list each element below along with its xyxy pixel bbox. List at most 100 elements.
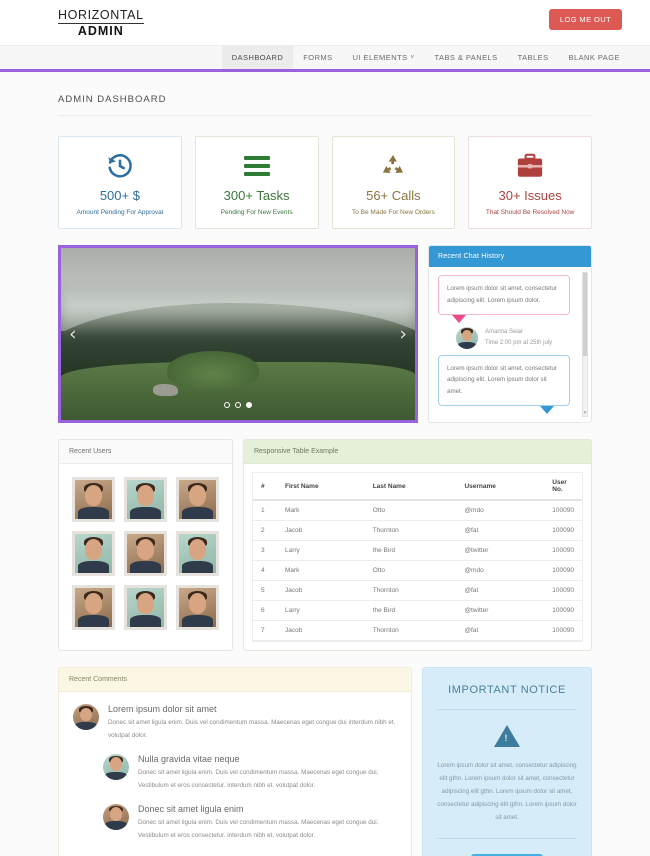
cell-username: @fat <box>456 520 545 541</box>
user-avatar-1[interactable] <box>72 477 115 522</box>
cell-last-name: Otto <box>364 560 457 581</box>
carousel-dot-1[interactable] <box>224 402 230 408</box>
recent-users-panel: Recent Users <box>58 439 233 651</box>
image-carousel[interactable]: ‹ › <box>58 245 418 423</box>
table-row[interactable]: 4 Mark Otto @mdo 100090 <box>253 560 582 581</box>
cell-user-no: 100090 <box>544 560 582 581</box>
comment-text: Donec sit amet ligula enim. Duis vel con… <box>138 768 379 789</box>
column-first-name: First Name <box>276 473 365 501</box>
carousel-indicators <box>224 402 252 408</box>
cell-last-name: Thornton <box>364 520 457 541</box>
comment-item: Lorem ipsum dolor sit amet Donec sit ame… <box>73 704 397 743</box>
table-row[interactable]: 2 Jacob Thornton @fat 100090 <box>253 520 582 541</box>
column-username: Username <box>456 473 545 501</box>
nav-label: TABLES <box>517 53 549 62</box>
cell-user-no: 100090 <box>544 520 582 541</box>
stat-card-calls[interactable]: 56+ Calls To Be Made For New Orders <box>331 136 456 229</box>
recent-users-grid <box>59 464 232 646</box>
avatar <box>73 704 99 730</box>
notice-title: IMPORTANT NOTICE <box>437 684 577 710</box>
stat-cards-row: 500+ $ Amount Pending For Approval 300+ … <box>58 136 592 229</box>
recycle-icon <box>379 151 407 181</box>
cell-last-name: the Bird <box>364 540 457 561</box>
stat-value: 30+ Issues <box>498 188 562 203</box>
warning-triangle-icon <box>494 725 520 747</box>
comments-list: Lorem ipsum dolor sit amet Donec sit ame… <box>59 692 411 856</box>
carousel-chat-row: ‹ › Recent Chat History Lorem ipsum dolo… <box>58 245 592 423</box>
cell-last-name: the Bird <box>364 600 457 621</box>
carousel-dot-3[interactable] <box>246 402 252 408</box>
nav-item-blank-page[interactable]: BLANK PAGE <box>559 46 630 69</box>
scrollbar-thumb[interactable] <box>583 273 587 356</box>
chat-history-panel: Recent Chat History Lorem ipsum dolor si… <box>428 245 592 423</box>
stat-card-issues[interactable]: 30+ Issues That Should Be Resolved Now <box>468 136 592 229</box>
chat-bubble-tail-incoming <box>452 314 466 323</box>
cell-index: 5 <box>253 580 277 601</box>
chat-author-name: Amanna Seiar <box>485 328 524 335</box>
stat-value: 500+ $ <box>99 188 140 203</box>
main-navigation: DASHBOARD FORMS UI ELEMENTS ˅ TABS & PAN… <box>0 45 650 72</box>
cell-index: 6 <box>253 600 277 621</box>
table-row[interactable]: 6 Larry the Bird @twitter 100090 <box>253 600 582 621</box>
avatar <box>456 326 478 349</box>
cell-index: 4 <box>253 560 277 581</box>
logout-button[interactable]: LOG ME OUT <box>548 9 622 30</box>
stat-label: That Should Be Resolved Now <box>485 209 575 216</box>
nav-item-tables[interactable]: TABLES <box>508 46 559 69</box>
user-avatar-6[interactable] <box>176 531 219 576</box>
user-avatar-8[interactable] <box>124 585 167 630</box>
table-row[interactable]: 1 Mark Otto @mdo 100090 <box>253 500 582 521</box>
responsive-table-panel: Responsive Table Example # First Name La… <box>243 439 592 651</box>
nav-item-ui-elements[interactable]: UI ELEMENTS ˅ <box>343 46 425 69</box>
chat-messages: Lorem ipsum dolor sit amet, consectetur … <box>429 267 591 422</box>
nav-item-tabs-panels[interactable]: TABS & PANELS <box>425 46 508 69</box>
stat-value: 56+ Calls <box>366 188 421 203</box>
carousel-rock <box>153 383 178 396</box>
table-row[interactable]: 5 Jacob Thornton @fat 100090 <box>253 580 582 601</box>
brand-logo[interactable]: HORIZONTAL ADMIN <box>58 7 144 38</box>
table-row[interactable]: 3 Larry the Bird @twitter 100090 <box>253 540 582 561</box>
column-index: # <box>253 473 277 501</box>
nav-item-dashboard[interactable]: DASHBOARD <box>221 46 294 69</box>
chat-author: Amanna Seiar Time 2:00 pm at 25th july <box>456 326 582 349</box>
cell-last-name: Otto <box>364 500 457 521</box>
carousel-dot-2[interactable] <box>235 402 241 408</box>
page-title: ADMIN DASHBOARD <box>58 72 592 116</box>
chat-bubble-tail-outgoing <box>540 405 554 414</box>
cell-first-name: Larry <box>276 540 365 561</box>
stat-card-amount-pending[interactable]: 500+ $ Amount Pending For Approval <box>58 136 182 229</box>
avatar <box>103 803 129 830</box>
cell-index: 2 <box>253 520 277 541</box>
chat-scrollbar[interactable]: ▴ ▾ <box>582 272 588 417</box>
page-content: ADMIN DASHBOARD 500+ $ Amount Pending Fo… <box>0 72 650 856</box>
stat-card-tasks[interactable]: 300+ Tasks Pending For New Events <box>194 136 319 229</box>
cell-first-name: Jacob <box>276 620 365 641</box>
top-header: HORIZONTAL ADMIN LOG ME OUT <box>0 0 650 45</box>
chat-panel-title: Recent Chat History <box>429 246 591 267</box>
carousel-prev-icon[interactable]: ‹ <box>69 323 77 345</box>
cell-first-name: Mark <box>276 560 365 581</box>
user-avatar-5[interactable] <box>124 531 167 576</box>
cell-username: @mdo <box>456 500 545 521</box>
cell-user-no: 100090 <box>544 540 582 561</box>
cell-last-name: Thornton <box>364 580 457 601</box>
user-avatar-4[interactable] <box>72 531 115 576</box>
table-row[interactable]: 7 Jacob Thornton @fat 100090 <box>253 620 582 641</box>
cell-user-no: 100090 <box>544 580 582 601</box>
nav-label: TABS & PANELS <box>434 53 498 62</box>
comment-title: Donec sit amet ligula enim <box>138 803 244 814</box>
users-table-row: Recent Users Responsive Table Example # … <box>58 439 592 651</box>
user-avatar-9[interactable] <box>176 585 219 630</box>
cell-index: 7 <box>253 620 277 641</box>
cell-first-name: Mark <box>276 500 365 521</box>
nav-label: FORMS <box>303 53 333 62</box>
cell-username: @fat <box>456 620 545 641</box>
column-user-no: User No. <box>544 473 582 501</box>
user-avatar-2[interactable] <box>124 477 167 522</box>
scroll-down-icon[interactable]: ▾ <box>583 410 587 416</box>
carousel-next-icon[interactable]: › <box>399 323 407 345</box>
nav-item-forms[interactable]: FORMS <box>293 46 342 69</box>
user-avatar-7[interactable] <box>72 585 115 630</box>
user-avatar-3[interactable] <box>176 477 219 522</box>
comment-item: Nulla gravida vitae neque Donec sit amet… <box>103 753 397 793</box>
